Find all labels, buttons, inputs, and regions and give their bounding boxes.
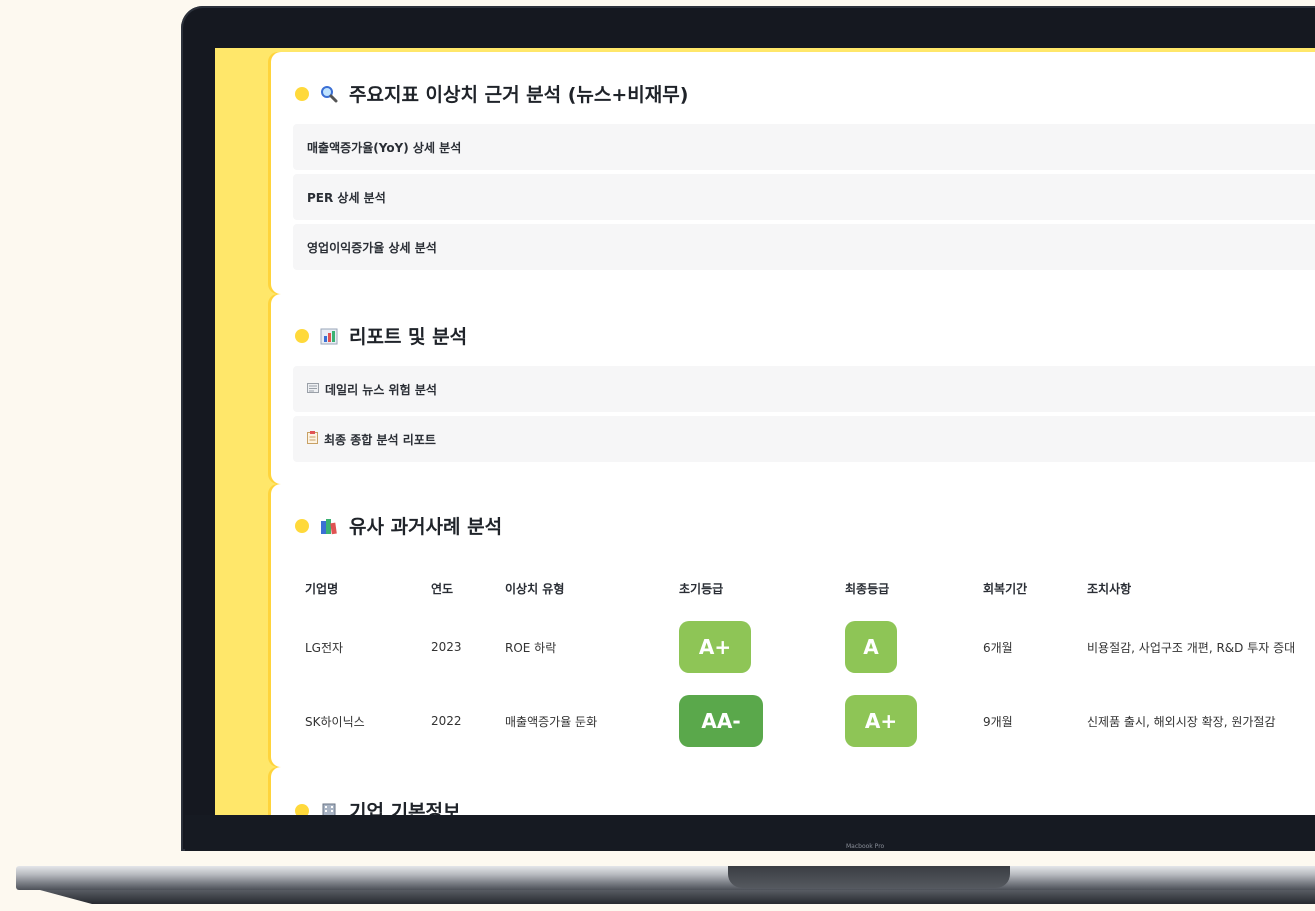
col-header-company: 기업명 bbox=[305, 581, 339, 596]
section-title-text: 리포트 및 분석 bbox=[349, 326, 468, 348]
grade-badge: A bbox=[845, 621, 897, 673]
cell-type: 매출액증가율 둔화 bbox=[505, 714, 598, 729]
report-item-daily-news[interactable]: 데일리 뉴스 위험 분석 bbox=[293, 366, 1315, 412]
col-header-initial-grade: 초기등급 bbox=[679, 581, 724, 596]
section-title-anomaly: 주요지표 이상치 근거 분석 (뉴스+비재무) bbox=[295, 80, 688, 107]
cell-year: 2023 bbox=[431, 640, 462, 654]
yellow-dot-icon bbox=[295, 328, 309, 343]
report-card: 리포트 및 분석 데일리 뉴스 위험 분석 최종 종합 분석 리포트 bbox=[271, 294, 1315, 484]
cell-action: 비용절감, 사업구조 개편, R&D 투자 증대 bbox=[1087, 640, 1296, 655]
cell-year: 2022 bbox=[431, 714, 462, 728]
analysis-item-label: 영업이익증가율 상세 분석 bbox=[307, 240, 437, 255]
laptop-notch bbox=[728, 866, 1010, 888]
anomaly-analysis-card: 주요지표 이상치 근거 분석 (뉴스+비재무) 매출액증가율(YoY) 상세 분… bbox=[271, 52, 1315, 294]
table-header-row: 기업명 연도 이상치 유형 초기등급 최종등급 회복기간 조치사항 bbox=[293, 566, 1315, 610]
cell-initial-grade: A+ bbox=[667, 610, 833, 684]
yellow-dot-icon bbox=[295, 86, 309, 101]
cell-type: ROE 하락 bbox=[505, 640, 557, 655]
cell-period: 9개월 bbox=[983, 714, 1013, 729]
col-header-final-grade: 최종등급 bbox=[845, 581, 890, 596]
col-header-actions: 조치사항 bbox=[1087, 581, 1132, 596]
newspaper-icon bbox=[307, 382, 319, 396]
cell-final-grade: A+ bbox=[833, 684, 971, 758]
section-title-historical: 유사 과거사례 분석 bbox=[295, 512, 502, 539]
cell-initial-grade: AA- bbox=[667, 684, 833, 758]
grade-badge: A+ bbox=[679, 621, 751, 673]
company-info-card: 기업 기본정보 bbox=[271, 767, 1315, 815]
laptop-base bbox=[16, 866, 1315, 890]
col-header-recovery-period: 회복기간 bbox=[983, 581, 1028, 596]
building-icon bbox=[319, 801, 339, 815]
model-label: Macbook Pro bbox=[846, 843, 885, 850]
cell-company: LG전자 bbox=[305, 640, 344, 655]
grade-badge: A+ bbox=[845, 695, 917, 747]
yellow-dot-icon bbox=[295, 518, 309, 533]
grade-badge: AA- bbox=[679, 695, 763, 747]
yellow-dot-icon bbox=[295, 803, 309, 815]
screen-bezel-bottom bbox=[185, 815, 1315, 851]
sidebar-strip bbox=[215, 48, 271, 815]
magnifier-icon bbox=[319, 84, 339, 104]
cell-company: SK하이닉스 bbox=[305, 714, 365, 729]
historical-cases-table: 기업명 연도 이상치 유형 초기등급 최종등급 회복기간 조치사항 LG전자 2… bbox=[293, 566, 1315, 758]
cell-final-grade: A bbox=[833, 610, 971, 684]
section-title-text: 기업 기본정보 bbox=[349, 801, 461, 815]
screen: 주요지표 이상치 근거 분석 (뉴스+비재무) 매출액증가율(YoY) 상세 분… bbox=[215, 48, 1315, 815]
books-icon bbox=[319, 516, 339, 536]
report-item-final-report[interactable]: 최종 종합 분석 리포트 bbox=[293, 416, 1315, 462]
section-title-text: 주요지표 이상치 근거 분석 (뉴스+비재무) bbox=[349, 84, 689, 106]
report-item-label: 데일리 뉴스 위험 분석 bbox=[325, 382, 437, 397]
laptop-base-shadow bbox=[40, 890, 1315, 904]
section-title-company-info: 기업 기본정보 bbox=[295, 797, 461, 815]
analysis-item-label: 매출액증가율(YoY) 상세 분석 bbox=[307, 140, 462, 155]
section-title-text: 유사 과거사례 분석 bbox=[349, 516, 503, 538]
table-row: LG전자 2023 ROE 하락 A+ A 6개월 비용절감, 사업구조 개편,… bbox=[293, 610, 1315, 684]
cell-period: 6개월 bbox=[983, 640, 1013, 655]
col-header-year: 연도 bbox=[431, 581, 454, 596]
cell-action: 신제품 출시, 해외시장 확장, 원가절감 bbox=[1087, 714, 1276, 729]
analysis-item-op-income-growth[interactable]: 영업이익증가율 상세 분석 bbox=[293, 224, 1315, 270]
col-header-type: 이상치 유형 bbox=[505, 581, 565, 596]
bar-chart-icon bbox=[319, 326, 339, 346]
clipboard-icon bbox=[307, 431, 318, 447]
report-item-label: 최종 종합 분석 리포트 bbox=[324, 432, 436, 447]
section-title-reports: 리포트 및 분석 bbox=[295, 322, 467, 349]
analysis-item-per[interactable]: PER 상세 분석 bbox=[293, 174, 1315, 220]
analysis-item-label: PER 상세 분석 bbox=[307, 190, 386, 205]
analysis-item-revenue-growth[interactable]: 매출액증가율(YoY) 상세 분석 bbox=[293, 124, 1315, 170]
table-row: SK하이닉스 2022 매출액증가율 둔화 AA- A+ 9개월 신제품 출시,… bbox=[293, 684, 1315, 758]
historical-cases-card: 유사 과거사례 분석 기업명 연도 이상치 유형 초기등급 최종등급 회복기간 … bbox=[271, 484, 1315, 767]
